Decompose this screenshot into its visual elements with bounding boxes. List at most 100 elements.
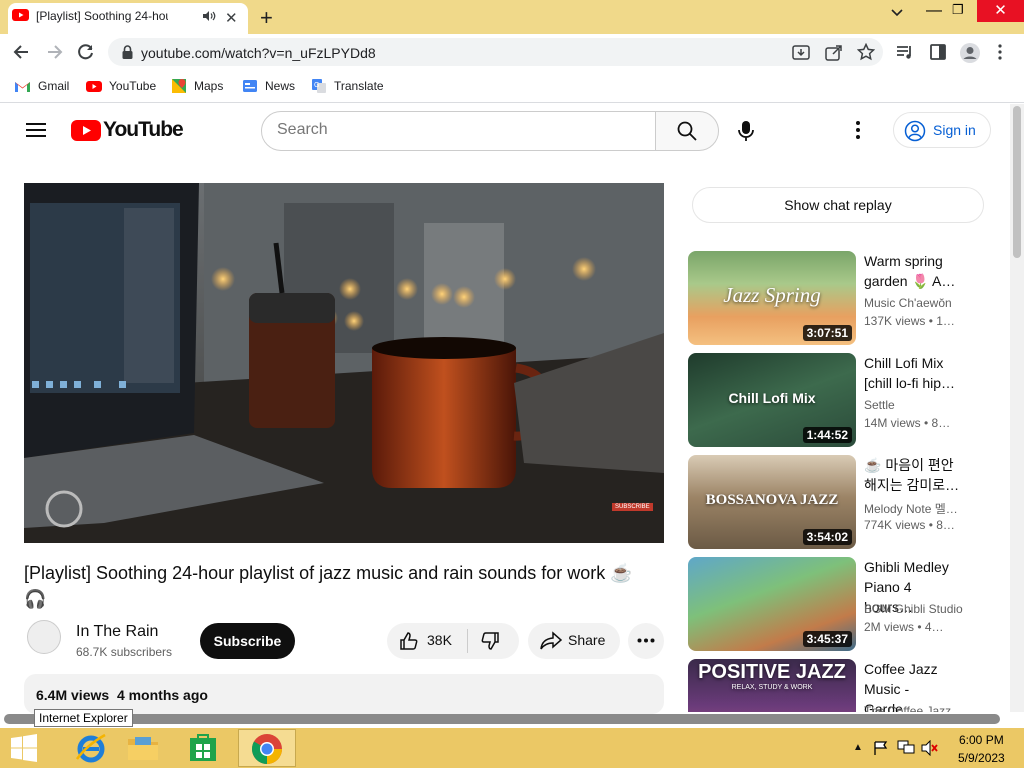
channel-name[interactable]: In The Rain — [76, 623, 158, 641]
search-icon — [677, 121, 697, 141]
headphones-emoji: 🎧 — [24, 589, 47, 609]
voice-search-icon[interactable] — [736, 120, 756, 142]
recommended-video[interactable]: 3:45:37 Ghibli Medley Piano 4 hours… BGM … — [688, 557, 988, 651]
recommended-channel[interactable]: Settle — [864, 398, 895, 412]
video-overlay-subscribe: SUBSCRIBE — [612, 503, 653, 511]
bookmark-label: Maps — [194, 79, 224, 93]
taskbar-internet-explorer[interactable] — [62, 729, 120, 767]
youtube-logo-text[interactable]: YouTube — [103, 118, 184, 142]
show-hidden-icons-icon[interactable]: ▲ — [853, 742, 863, 753]
video-duration: 1:44:52 — [802, 427, 852, 443]
video-title-text: [Playlist] Soothing 24-hour playlist of … — [24, 563, 633, 583]
sign-in-label[interactable]: Sign in — [933, 122, 976, 138]
recommended-channel[interactable]: Music Ch'aewŏn — [864, 296, 952, 310]
side-panel-icon[interactable] — [930, 44, 946, 60]
new-tab-icon[interactable]: + — [260, 5, 273, 31]
taskbar-store[interactable] — [176, 729, 234, 767]
subscribe-button[interactable]: Subscribe — [200, 623, 295, 659]
bookmark-maps[interactable]: Maps — [171, 77, 223, 95]
recommended-channel[interactable]: The Coffee Jazz — [864, 704, 951, 712]
show-chat-replay-button[interactable]: Show chat replay — [692, 187, 984, 223]
recommended-title[interactable]: Chill Lofi Mix [chill lo-fi hip… — [864, 353, 964, 393]
gmail-icon — [15, 81, 30, 92]
horizontal-scrollbar[interactable] — [4, 714, 1000, 724]
share-label[interactable]: Share — [568, 632, 605, 648]
restore-icon[interactable]: ❐ — [952, 2, 964, 18]
network-icon[interactable] — [897, 740, 915, 756]
recommended-title[interactable]: Warm spring garden 🌷 A… — [864, 251, 964, 291]
recommended-video[interactable]: Jazz Spring 3:07:51 Warm spring garden 🌷 … — [688, 251, 988, 345]
bookmark-translate[interactable]: G Translate — [311, 77, 384, 95]
url-text[interactable]: youtube.com/watch?v=n_uFzLPYDd8 — [141, 45, 376, 61]
like-icon[interactable] — [399, 631, 419, 651]
recommended-video[interactable]: BOSSANOVA JAZZ 3:54:02 ☕ 마음이 편안 해지는 감미로… … — [688, 455, 988, 549]
scrollbar-thumb[interactable] — [1013, 106, 1021, 258]
bookmark-news[interactable]: News — [242, 77, 295, 95]
lock-icon[interactable] — [122, 45, 133, 59]
translate-icon: G — [312, 79, 326, 93]
tab-audio-icon[interactable] — [202, 10, 216, 22]
browser-menu-icon[interactable] — [997, 43, 1003, 61]
profile-avatar-icon[interactable] — [959, 42, 981, 64]
more-horizontal-icon — [637, 638, 655, 643]
install-app-icon[interactable] — [792, 44, 810, 61]
share-icon[interactable] — [540, 631, 562, 651]
recommended-meta: 774K views • 8… — [864, 518, 955, 532]
volume-muted-icon[interactable] — [921, 740, 939, 756]
youtube-icon — [86, 80, 102, 92]
guide-menu-icon[interactable] — [26, 122, 46, 138]
dislike-icon[interactable] — [480, 631, 500, 651]
chrome-icon — [251, 734, 282, 764]
tab-search-chevron-icon[interactable] — [890, 8, 904, 18]
minimize-icon[interactable]: — — [926, 2, 942, 20]
thumbnail-overlay-text: Chill Lofi Mix — [728, 390, 816, 406]
action-center-flag-icon[interactable] — [873, 741, 889, 755]
clock-time[interactable]: 6:00 PM — [959, 733, 1004, 747]
bookmark-star-icon[interactable] — [857, 43, 875, 61]
search-input[interactable]: Search — [277, 121, 328, 139]
taskbar-file-explorer[interactable] — [114, 729, 172, 767]
youtube-logo-icon[interactable] — [71, 120, 101, 141]
account-icon — [904, 120, 926, 142]
video-thumbnail[interactable]: Chill Lofi Mix 1:44:52 — [688, 353, 856, 447]
search-button[interactable] — [655, 111, 719, 151]
video-thumbnail[interactable]: POSITIVE JAZZ RELAX, STUDY & WORK — [688, 659, 856, 712]
forward-icon[interactable] — [44, 42, 64, 62]
bookmark-youtube[interactable]: YouTube — [86, 77, 156, 95]
maps-icon — [172, 79, 186, 93]
svg-text:G: G — [314, 82, 319, 89]
store-icon — [190, 734, 216, 761]
clock-date[interactable]: 5/9/2023 — [958, 751, 1005, 765]
reload-icon[interactable] — [76, 42, 96, 62]
settings-more-icon[interactable] — [855, 120, 861, 140]
tooltip: Internet Explorer — [34, 709, 133, 727]
start-windows-icon[interactable] — [10, 734, 38, 762]
video-player[interactable]: SUBSCRIBE — [24, 183, 664, 543]
taskbar-chrome[interactable] — [238, 729, 296, 767]
more-actions-button[interactable] — [628, 623, 664, 659]
tab-title: [Playlist] Soothing 24-hour p — [36, 9, 168, 23]
video-thumbnail[interactable]: BOSSANOVA JAZZ 3:54:02 — [688, 455, 856, 549]
thumbnail-overlay-subtext: RELAX, STUDY & WORK — [731, 684, 813, 691]
recommended-video[interactable]: POSITIVE JAZZ RELAX, STUDY & WORK Coffee… — [688, 659, 988, 712]
recommended-video[interactable]: Chill Lofi Mix 1:44:52 Chill Lofi Mix [ch… — [688, 353, 988, 447]
news-icon — [243, 80, 257, 92]
like-divider — [467, 629, 468, 653]
back-icon[interactable] — [12, 42, 32, 62]
share-page-icon[interactable] — [825, 44, 843, 61]
view-count: 6.4M views — [36, 687, 110, 703]
media-control-icon[interactable] — [896, 44, 914, 60]
video-thumbnail[interactable]: Jazz Spring 3:07:51 — [688, 251, 856, 345]
window-close-icon[interactable]: ✕ — [977, 0, 1024, 22]
channel-avatar[interactable] — [27, 620, 61, 654]
video-thumbnail[interactable]: 3:45:37 — [688, 557, 856, 651]
tab-close-icon[interactable]: ✕ — [225, 9, 238, 27]
view-count-date: 6.4M views 4 months ago — [36, 687, 208, 703]
recommended-channel[interactable]: Melody Note 멜… — [864, 500, 958, 517]
internet-explorer-icon — [75, 733, 106, 763]
recommended-channel[interactable]: BGM Ghibli Studio — [864, 602, 963, 616]
bookmark-gmail[interactable]: Gmail — [14, 77, 69, 95]
recommended-title[interactable]: ☕ 마음이 편안 해지는 감미로… — [864, 455, 964, 495]
like-count[interactable]: 38K — [427, 632, 452, 648]
bookmark-label: YouTube — [109, 79, 157, 93]
